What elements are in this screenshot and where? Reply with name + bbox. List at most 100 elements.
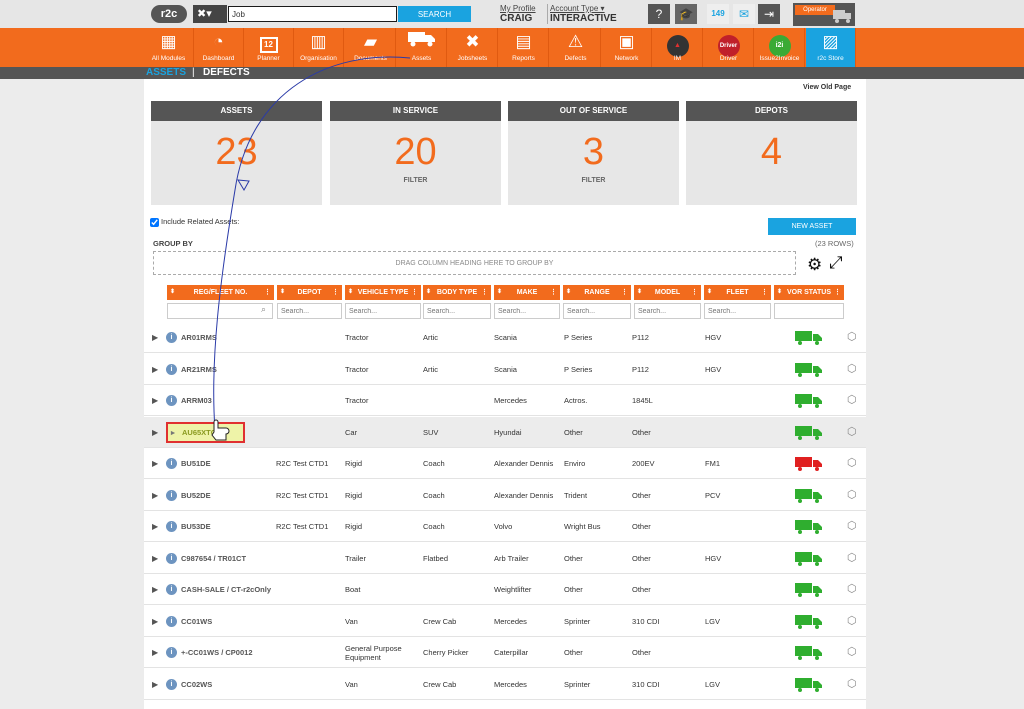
- table-row[interactable]: ▶ i CC02WS Van Crew Cab Mercedes Sprinter 310 C…: [144, 668, 866, 700]
- expand-row-arrow-icon[interactable]: ▶: [152, 385, 158, 416]
- tab-assets[interactable]: ASSETS: [146, 67, 186, 79]
- expand-row-arrow-icon[interactable]: ▶: [152, 574, 158, 605]
- logout-icon[interactable]: ⇥: [758, 4, 780, 24]
- expand-row-arrow-icon[interactable]: ▶: [152, 322, 158, 353]
- notification-badge-icon[interactable]: 149: [707, 4, 729, 24]
- filter-model[interactable]: [634, 303, 701, 319]
- job-search-input[interactable]: [228, 6, 397, 22]
- col-body-type[interactable]: ⬍ BODY TYPE ⋮: [423, 285, 491, 300]
- expand-row-arrow-icon[interactable]: ▶: [152, 606, 158, 637]
- info-icon[interactable]: i: [166, 458, 177, 469]
- info-icon[interactable]: i: [166, 332, 177, 343]
- tools-menu-icon[interactable]: ✖▾: [193, 5, 227, 23]
- info-icon[interactable]: i: [166, 521, 177, 532]
- info-icon[interactable]: i: [166, 489, 177, 501]
- nav-documents[interactable]: ▰ Documents: [346, 28, 396, 67]
- cell-reg[interactable]: BU52DE: [181, 480, 211, 511]
- table-row[interactable]: ▶ i AR21RMS Tractor Artic Scania P Series P112 H…: [144, 353, 866, 385]
- card-depots[interactable]: DEPOTS 4: [686, 101, 857, 205]
- vor-truck-icon[interactable]: [795, 520, 823, 534]
- layers-icon[interactable]: ⬡: [847, 457, 860, 469]
- layers-icon[interactable]: ⬡: [847, 646, 860, 658]
- card-in-service[interactable]: IN SERVICE 20 FILTER: [330, 101, 501, 205]
- card-filter-link[interactable]: FILTER: [508, 177, 679, 184]
- info-icon[interactable]: i: [166, 552, 177, 564]
- info-icon[interactable]: i: [166, 678, 177, 690]
- cell-reg[interactable]: AR21RMS: [181, 354, 217, 385]
- layers-icon[interactable]: ⬡: [847, 363, 860, 375]
- help-icon[interactable]: ?: [648, 4, 670, 24]
- expand-row-arrow-icon[interactable]: ▶: [152, 417, 158, 448]
- cell-reg[interactable]: AR01RMS: [181, 322, 217, 353]
- table-row[interactable]: ▶iAU65XTCCarSUVHyundaiOtherOther⬡: [144, 416, 866, 448]
- card-filter-link[interactable]: FILTER: [330, 177, 501, 184]
- cell-reg[interactable]: CC02WS: [181, 669, 212, 700]
- layers-icon[interactable]: ⬡: [847, 615, 860, 627]
- col-make[interactable]: ⬍ MAKE ⋮: [494, 285, 560, 300]
- operator-button[interactable]: Operator: [793, 3, 855, 26]
- col-model[interactable]: ⬍ MODEL ⋮: [634, 285, 701, 300]
- cell-reg[interactable]: C987654 / TR01CT: [181, 543, 246, 574]
- filter-vehicle-type[interactable]: [345, 303, 421, 319]
- nav-im[interactable]: ▲ IM: [653, 28, 703, 67]
- filter-reg[interactable]: [167, 303, 273, 319]
- vor-truck-icon[interactable]: [795, 394, 823, 408]
- info-icon[interactable]: i: [166, 584, 177, 595]
- expand-row-arrow-icon[interactable]: ▶: [152, 669, 158, 700]
- search-button[interactable]: SEARCH: [398, 6, 471, 22]
- table-row[interactable]: ▶ i CASH-SALE / CT-r2cOnly Boat Weightlifter…: [144, 574, 866, 605]
- filter-body-type[interactable]: [423, 303, 491, 319]
- cell-reg[interactable]: BU53DE: [181, 511, 211, 542]
- table-row[interactable]: ▶ i CC01WS Van Crew Cab Mercedes Sprinter 310 C…: [144, 605, 866, 637]
- graduation-cap-icon[interactable]: 🎓: [675, 4, 697, 24]
- expand-row-arrow-icon[interactable]: ▶: [152, 448, 158, 479]
- cell-reg[interactable]: CASH-SALE / CT-r2cOnly: [181, 574, 271, 605]
- layers-icon[interactable]: ⬡: [847, 583, 860, 595]
- table-row[interactable]: ▶ i BU53DE R2C Test CTD1 Rigid Coach Volvo Wrig…: [144, 511, 866, 542]
- card-out-of-service[interactable]: OUT OF SERVICE 3 FILTER: [508, 101, 679, 205]
- expand-row-arrow-icon[interactable]: ▶: [152, 543, 158, 574]
- info-icon[interactable]: i: [166, 363, 177, 375]
- nav-jobsheets[interactable]: ✖ Jobsheets: [448, 28, 498, 67]
- view-old-page-link[interactable]: View Old Page: [803, 84, 851, 91]
- vor-truck-icon[interactable]: [795, 646, 823, 660]
- col-reg[interactable]: ⬍ REG/FLEET NO. ⋮: [167, 285, 274, 300]
- table-row[interactable]: ▶ i +-CC01WS / CP0012 General Purpose Equipm…: [144, 637, 866, 668]
- vor-truck-icon[interactable]: [795, 362, 823, 377]
- expand-row-arrow-icon[interactable]: ▶: [152, 637, 158, 668]
- nav-reports[interactable]: ▤ Reports: [499, 28, 549, 67]
- expand-icon[interactable]: ⤢: [829, 253, 843, 273]
- nav-network[interactable]: ▣ Network: [602, 28, 652, 67]
- nav-all-modules[interactable]: ▦ All Modules: [144, 28, 194, 67]
- layers-icon[interactable]: ⬡: [847, 678, 860, 690]
- expand-row-arrow-icon[interactable]: ▶: [152, 511, 158, 542]
- expand-row-arrow-icon[interactable]: ▶: [152, 354, 158, 385]
- filter-range[interactable]: [563, 303, 631, 319]
- vor-truck-icon[interactable]: [795, 614, 823, 629]
- nav-planner[interactable]: 12 Planner: [244, 28, 294, 67]
- vor-truck-icon[interactable]: [795, 331, 823, 345]
- dragged-row-ghost[interactable]: ▸ AU65XTC: [166, 422, 245, 443]
- nav-assets[interactable]: Assets: [397, 28, 447, 67]
- nav-defects[interactable]: ⚠ Defects: [551, 28, 601, 67]
- info-icon[interactable]: i: [166, 615, 177, 627]
- layers-icon[interactable]: ⬡: [847, 331, 860, 343]
- r2c-logo[interactable]: r2c: [151, 5, 187, 23]
- table-row[interactable]: ▶ i ARRM03 Tractor Mercedes Actros. 1845L ⬡: [144, 385, 866, 416]
- layers-icon[interactable]: ⬡: [847, 394, 860, 406]
- table-row[interactable]: ▶ i C987654 / TR01CT Trailer Flatbed Arb Trai…: [144, 542, 866, 574]
- cell-reg[interactable]: CC01WS: [181, 606, 212, 637]
- vor-truck-icon[interactable]: [795, 677, 823, 692]
- col-range[interactable]: ⬍ RANGE ⋮: [563, 285, 631, 300]
- nav-r2c-store[interactable]: ▨ r2c Store: [806, 28, 856, 67]
- tab-defects[interactable]: DEFECTS: [203, 67, 250, 79]
- filter-fleet[interactable]: [704, 303, 771, 319]
- include-related-checkbox[interactable]: [150, 217, 159, 227]
- group-by-drop-zone[interactable]: DRAG COLUMN HEADING HERE TO GROUP BY: [153, 251, 796, 275]
- cell-reg[interactable]: +-CC01WS / CP0012: [181, 637, 253, 668]
- table-row[interactable]: ▶ i AR01RMS Tractor Artic Scania P Series P112 H…: [144, 322, 866, 353]
- vor-truck-icon[interactable]: [795, 488, 823, 503]
- col-depot[interactable]: ⬍ DEPOT ⋮: [277, 285, 342, 300]
- nav-driver[interactable]: Driver Driver: [704, 28, 754, 67]
- info-icon[interactable]: i: [166, 647, 177, 658]
